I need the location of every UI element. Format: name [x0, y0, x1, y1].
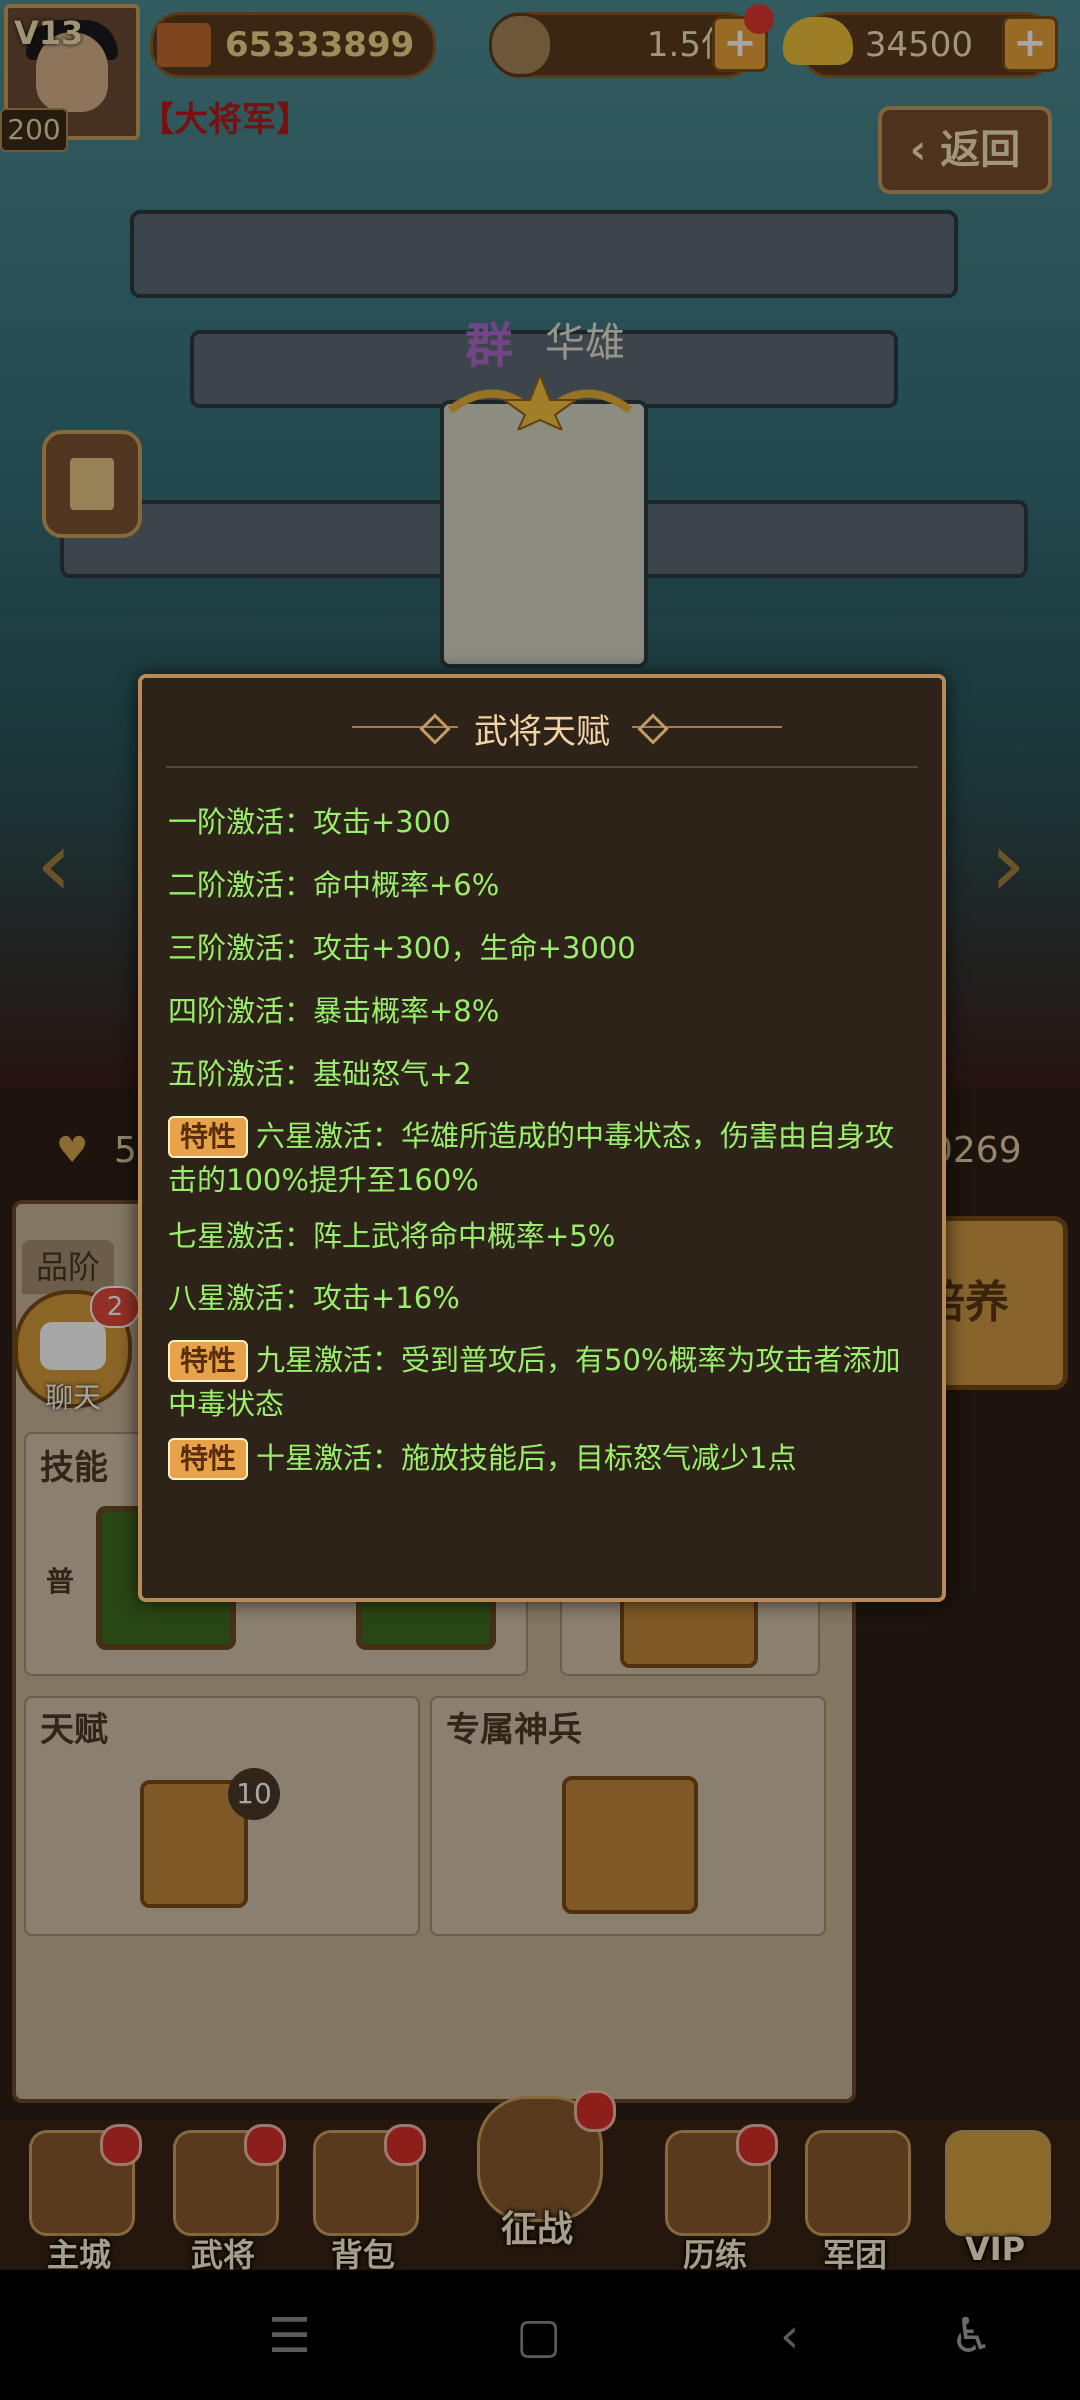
modal-title: 武将天赋 [142, 704, 942, 753]
system-nav-bar: ☰ ▢ ‹ ♿ [0, 2270, 1080, 2400]
talent-row-1: 一阶激活：攻击+300 [168, 800, 920, 844]
talent-row-7: 七星激活：阵上武将命中概率+5% [168, 1214, 920, 1258]
talent-row-2: 二阶激活：命中概率+6% [168, 863, 920, 907]
talent-text: 六星激活：华雄所造成的中毒状态，伤害由自身攻击的100%提升至160% [168, 1119, 895, 1197]
home-icon[interactable]: ▢ [516, 2308, 561, 2364]
talent-row-4: 四阶激活：暴击概率+8% [168, 989, 920, 1033]
talent-text: 二阶激活：命中概率+6% [168, 868, 500, 902]
modal-title-text: 武将天赋 [458, 712, 626, 752]
back-icon[interactable]: ‹ [780, 2308, 799, 2364]
talent-text: 五阶激活：基础怒气+2 [168, 1057, 472, 1091]
trait-tag: 特性 [168, 1340, 249, 1382]
talent-row-10: 特性 十星激活：施放技能后，目标怒气减少1点 [168, 1436, 920, 1480]
talent-row-6: 特性 六星激活：华雄所造成的中毒状态，伤害由自身攻击的100%提升至160% [168, 1114, 920, 1202]
trait-tag: 特性 [168, 1438, 249, 1480]
accessibility-icon[interactable]: ♿ [950, 2308, 993, 2364]
talent-text: 三阶激活：攻击+300，生命+3000 [168, 931, 636, 965]
modal-separator [166, 766, 918, 768]
talent-row-9: 特性 九星激活：受到普攻后，有50%概率为攻击者添加中毒状态 [168, 1338, 920, 1426]
talent-text: 九星激活：受到普攻后，有50%概率为攻击者添加中毒状态 [168, 1343, 901, 1421]
trait-tag: 特性 [168, 1116, 249, 1158]
menu-icon[interactable]: ☰ [268, 2308, 311, 2364]
talent-text: 十星激活：施放技能后，目标怒气减少1点 [256, 1441, 797, 1475]
talent-text: 七星激活：阵上武将命中概率+5% [168, 1219, 616, 1253]
talent-modal: 武将天赋 一阶激活：攻击+300 二阶激活：命中概率+6% 三阶激活：攻击+30… [138, 674, 946, 1602]
talent-row-3: 三阶激活：攻击+300，生命+3000 [168, 926, 920, 970]
talent-text: 八星激活：攻击+16% [168, 1281, 460, 1315]
talent-row-5: 五阶激活：基础怒气+2 [168, 1052, 920, 1096]
talent-text: 四阶激活：暴击概率+8% [168, 994, 500, 1028]
talent-row-8: 八星激活：攻击+16% [168, 1276, 920, 1320]
talent-text: 一阶激活：攻击+300 [168, 805, 451, 839]
